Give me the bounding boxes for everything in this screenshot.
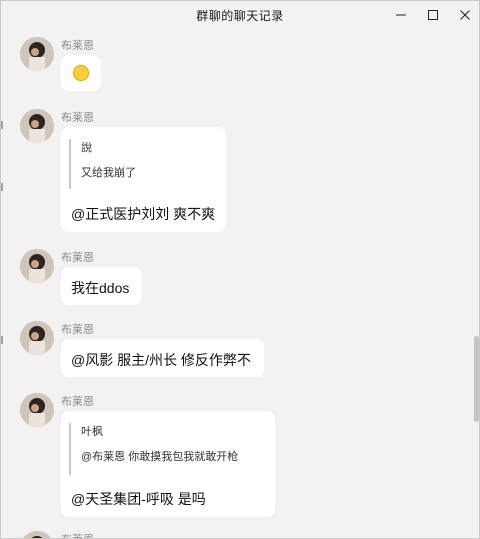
avatar[interactable] — [20, 109, 54, 143]
quote-author: 說 — [81, 142, 92, 154]
close-icon — [460, 10, 470, 20]
maximize-icon — [428, 10, 438, 20]
window-edge-mark — [1, 121, 3, 129]
sender-name: 布莱恩 — [61, 396, 94, 408]
chat-history-window: 群聊的聊天记录 布莱恩 布莱恩 說 又给我崩了 @正式医护刘刘 爽不爽 布莱恩 … — [0, 0, 480, 539]
grimacing-face-emoji-icon — [73, 65, 89, 81]
sender-name: 布莱恩 — [61, 252, 94, 264]
quote-text: 又给我崩了 — [81, 167, 136, 179]
avatar[interactable] — [20, 249, 54, 283]
maximize-button[interactable] — [416, 1, 450, 29]
message-list[interactable]: 布莱恩 布莱恩 說 又给我崩了 @正式医护刘刘 爽不爽 布莱恩 我在ddos 布… — [1, 29, 471, 538]
minimize-button[interactable] — [384, 1, 418, 29]
message-bubble[interactable] — [61, 55, 101, 91]
quoted-reply[interactable]: 叶枫 @布莱恩 你敢摸我包我就敢开枪 — [69, 423, 238, 475]
message-bubble[interactable]: 我在ddos — [61, 267, 142, 305]
avatar[interactable] — [20, 393, 54, 427]
avatar[interactable] — [20, 321, 54, 355]
avatar[interactable] — [20, 531, 54, 538]
quote-text: @布莱恩 你敢摸我包我就敢开枪 — [81, 451, 239, 463]
message-bubble[interactable]: @风影 服主/州长 修反作弊不 — [61, 339, 264, 377]
message-text: @正式医护刘刘 爽不爽 — [71, 206, 216, 222]
message-text: 我在ddos — [71, 280, 130, 296]
sender-name: 布莱恩 — [61, 112, 94, 124]
message-text: @风影 服主/州长 修反作弊不 — [71, 352, 251, 368]
message-text: @天圣集团-呼吸 是吗 — [71, 491, 206, 507]
close-button[interactable] — [448, 1, 479, 29]
message-bubble[interactable]: 叶枫 @布莱恩 你敢摸我包我就敢开枪 @天圣集团-呼吸 是吗 — [61, 411, 275, 517]
window-edge-mark — [1, 183, 3, 191]
window-title: 群聊的聊天记录 — [196, 8, 284, 23]
message-bubble[interactable]: 說 又给我崩了 @正式医护刘刘 爽不爽 — [61, 127, 226, 232]
avatar[interactable] — [20, 37, 54, 71]
window-edge-mark — [1, 336, 3, 344]
minimize-icon — [396, 14, 406, 16]
sender-name: 布莱恩 — [61, 40, 94, 52]
scrollbar-thumb[interactable] — [474, 336, 479, 422]
vertical-scrollbar[interactable] — [472, 29, 479, 538]
quoted-reply[interactable]: 說 又给我崩了 — [69, 139, 136, 189]
quote-author: 叶枫 — [81, 426, 103, 438]
sender-name: 布莱恩 — [61, 324, 94, 336]
sender-name: 布莱恩 — [61, 531, 94, 538]
